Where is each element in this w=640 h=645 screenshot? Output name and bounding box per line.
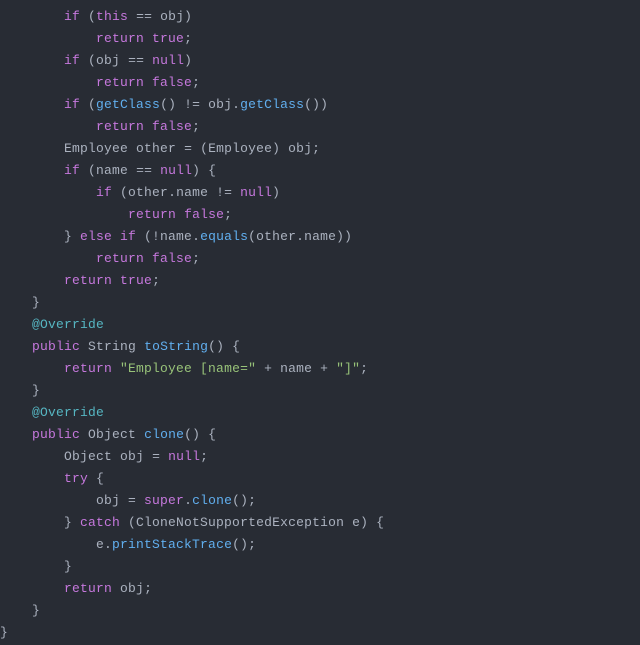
code-line: } bbox=[0, 625, 8, 640]
code-line: } bbox=[0, 295, 40, 310]
code-line: if (this == obj) bbox=[0, 9, 192, 24]
code-line: if (obj == null) bbox=[0, 53, 192, 68]
code-line: if (other.name != null) bbox=[0, 185, 280, 200]
code-block: if (this == obj) return true; if (obj ==… bbox=[0, 0, 640, 644]
code-line: @Override bbox=[0, 405, 104, 420]
code-line: return true; bbox=[0, 31, 192, 46]
code-line: return false; bbox=[0, 207, 232, 222]
code-line: } bbox=[0, 603, 40, 618]
code-line: try { bbox=[0, 471, 104, 486]
code-line: if (getClass() != obj.getClass()) bbox=[0, 97, 328, 112]
code-line: Object obj = null; bbox=[0, 449, 208, 464]
code-line: if (name == null) { bbox=[0, 163, 216, 178]
code-line: e.printStackTrace(); bbox=[0, 537, 256, 552]
code-line: return "Employee [name=" + name + "]"; bbox=[0, 361, 368, 376]
code-line: public Object clone() { bbox=[0, 427, 216, 442]
code-line: return false; bbox=[0, 75, 200, 90]
code-line: return false; bbox=[0, 119, 200, 134]
code-line: } bbox=[0, 383, 40, 398]
code-line: public String toString() { bbox=[0, 339, 240, 354]
code-line: return true; bbox=[0, 273, 160, 288]
code-line: } catch (CloneNotSupportedException e) { bbox=[0, 515, 384, 530]
code-line: } else if (!name.equals(other.name)) bbox=[0, 229, 352, 244]
code-line: return false; bbox=[0, 251, 200, 266]
code-line: @Override bbox=[0, 317, 104, 332]
code-line: Employee other = (Employee) obj; bbox=[0, 141, 320, 156]
code-line: } bbox=[0, 559, 72, 574]
code-line: obj = super.clone(); bbox=[0, 493, 256, 508]
code-line: return obj; bbox=[0, 581, 152, 596]
